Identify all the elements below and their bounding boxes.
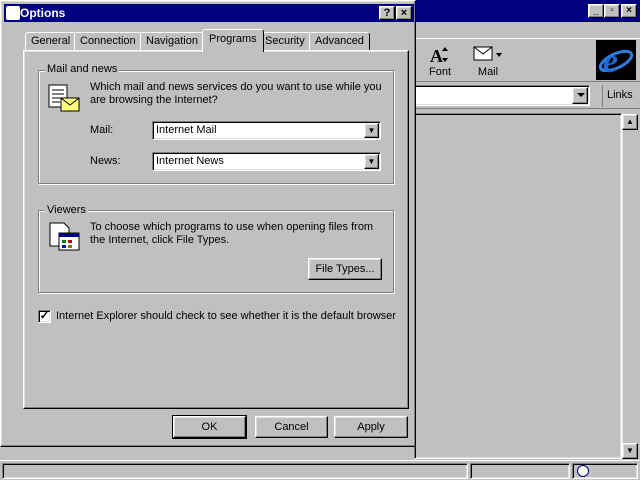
tab-connection[interactable]: Connection — [74, 32, 142, 51]
viewers-description: To choose which programs to use when ope… — [90, 221, 374, 246]
news-select[interactable]: Internet News ▼ — [152, 152, 381, 171]
default-browser-checkbox[interactable]: ✓ — [38, 310, 51, 323]
tab-programs[interactable]: Programs — [202, 29, 264, 52]
scroll-up-button[interactable]: ▲ — [622, 114, 638, 130]
cancel-button[interactable]: Cancel — [255, 416, 328, 438]
links-button[interactable]: Links — [602, 85, 638, 107]
news-label: News: — [90, 155, 121, 167]
checkmark-icon: ✓ — [39, 310, 50, 322]
vertical-scrollbar[interactable] — [622, 113, 638, 459]
svg-text:e: e — [603, 43, 618, 80]
svg-text:A: A — [430, 46, 443, 66]
tab-security[interactable]: Security — [259, 32, 311, 51]
chevron-down-icon[interactable]: ▼ — [364, 123, 379, 138]
address-input[interactable] — [414, 85, 590, 106]
status-progress-panel — [470, 463, 570, 479]
file-types-icon — [49, 222, 80, 251]
mail-select-value: Internet Mail — [156, 124, 217, 136]
apply-button[interactable]: Apply — [334, 416, 408, 438]
chevron-down-icon — [577, 93, 585, 97]
mail-and-news-description: Which mail and news services do you want… — [90, 81, 382, 106]
toolbar-mail-label: Mail — [477, 66, 499, 78]
default-browser-checkbox-label[interactable]: Internet Explorer should check to see wh… — [56, 310, 396, 322]
toolbar-font-label: Font — [428, 66, 451, 78]
dialog-title-bar: Options — [4, 4, 414, 22]
tab-advanced[interactable]: Advanced — [309, 32, 370, 51]
internet-options-icon — [6, 6, 20, 20]
news-select-value: Internet News — [156, 155, 224, 167]
tab-navigation[interactable]: Navigation — [140, 32, 204, 51]
help-button[interactable]: ? — [379, 6, 395, 20]
chevron-down-icon[interactable]: ▼ — [364, 154, 379, 169]
scroll-down-button[interactable]: ▼ — [622, 443, 638, 459]
mail-icon — [473, 46, 502, 61]
internet-explorer-logo-icon: e — [596, 40, 636, 80]
mail-select[interactable]: Internet Mail ▼ — [152, 121, 381, 140]
ok-button[interactable]: OK — [172, 415, 247, 439]
browser-close-button[interactable]: × — [621, 4, 637, 18]
options-dialog: Options ? × General Connection Navigatio… — [0, 0, 416, 447]
toolbar-font-button[interactable]: A Font — [418, 42, 462, 80]
font-size-icon: A — [430, 46, 448, 66]
restore-button[interactable]: ▫ — [604, 4, 620, 18]
mail-and-news-group-title: Mail and news — [45, 63, 120, 75]
close-icon: × — [400, 7, 408, 19]
close-button[interactable]: × — [396, 6, 412, 20]
page-content-area — [414, 113, 622, 459]
toolbar-mail-button[interactable]: Mail — [466, 42, 510, 80]
minimize-button[interactable]: _ — [588, 4, 604, 18]
address-dropdown-button[interactable] — [572, 87, 588, 104]
tab-general[interactable]: General — [25, 32, 77, 51]
dialog-title: Options — [20, 6, 66, 20]
status-text-panel — [2, 463, 468, 479]
mail-news-icon — [48, 84, 80, 112]
mail-label: Mail: — [90, 124, 114, 136]
file-types-button[interactable]: File Types... — [308, 258, 382, 280]
internet-zone-icon — [577, 465, 589, 477]
viewers-group-title: Viewers — [45, 204, 88, 216]
status-zone-panel — [572, 463, 638, 479]
